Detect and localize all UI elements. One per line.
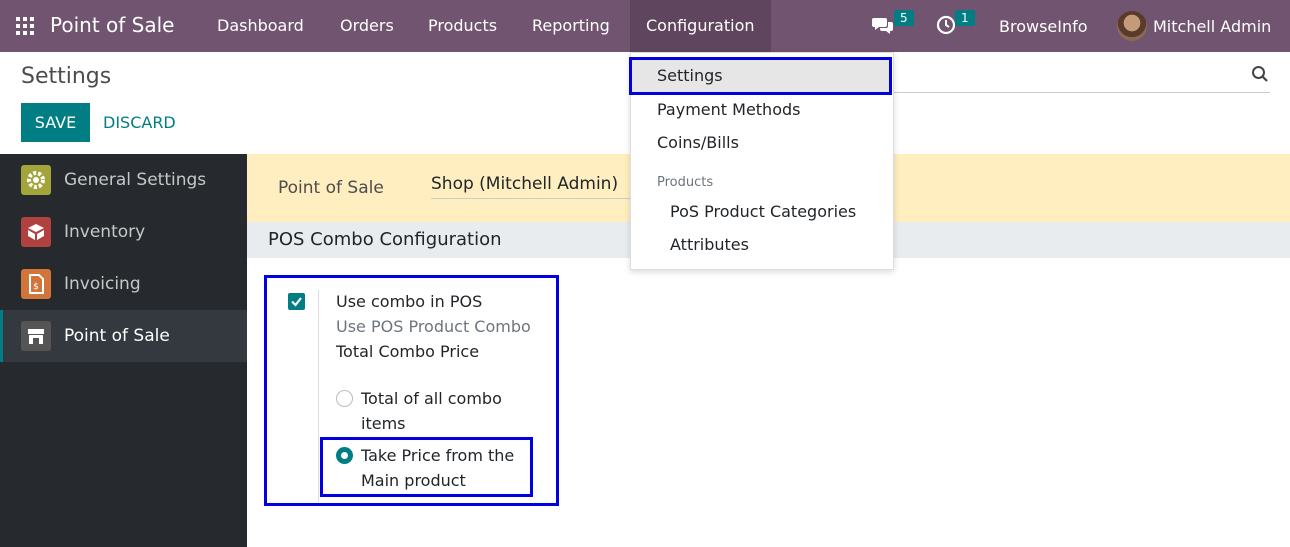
- save-button[interactable]: SAVE: [21, 103, 90, 142]
- company-select[interactable]: Shop (Mitchell Admin): [431, 174, 618, 194]
- radio-total-combo-label[interactable]: Total of all combo items: [361, 386, 536, 436]
- sidebar-item-label: General Settings: [64, 170, 207, 190]
- radio-total-combo[interactable]: [336, 390, 353, 407]
- combo-setting-title: Use combo in POS: [336, 292, 483, 311]
- search-icon[interactable]: [1251, 65, 1269, 83]
- app-brand[interactable]: Point of Sale: [50, 13, 174, 37]
- gear-icon: [21, 165, 51, 195]
- user-menu[interactable]: Mitchell Admin: [1153, 0, 1271, 52]
- sidebar-item-label: Inventory: [64, 222, 146, 242]
- nav-products[interactable]: Products: [412, 0, 513, 52]
- nav-dashboard[interactable]: Dashboard: [201, 0, 320, 52]
- search-input[interactable]: [893, 92, 1270, 93]
- sidebar-item-general-settings[interactable]: General Settings: [0, 154, 247, 206]
- menu-item-payment-methods[interactable]: Payment Methods: [657, 100, 800, 119]
- settings-sidebar: General Settings Inventory $ Invoicing P…: [0, 154, 247, 547]
- sidebar-item-label: Point of Sale: [64, 326, 170, 346]
- menu-item-pos-categories[interactable]: PoS Product Categories: [670, 202, 856, 221]
- use-combo-checkbox[interactable]: [288, 293, 305, 310]
- radio-main-product[interactable]: [336, 447, 353, 464]
- company-select-underline: [431, 198, 631, 199]
- messages-badge: 5: [894, 10, 914, 26]
- sidebar-item-inventory[interactable]: Inventory: [0, 206, 247, 258]
- apps-menu-icon[interactable]: [16, 17, 34, 35]
- store-icon: [21, 321, 51, 351]
- page-title: Settings: [21, 64, 112, 89]
- radio-main-product-label[interactable]: Take Price from the Main product: [361, 443, 536, 493]
- menu-item-attributes[interactable]: Attributes: [670, 235, 749, 254]
- sidebar-item-point-of-sale[interactable]: Point of Sale: [0, 310, 247, 362]
- menu-item-settings[interactable]: Settings: [657, 66, 723, 85]
- section-title: POS Combo Configuration: [268, 229, 502, 250]
- box-icon: [21, 217, 51, 247]
- nav-reporting[interactable]: Reporting: [516, 0, 626, 52]
- company-label: Point of Sale: [278, 178, 384, 198]
- combo-setting-description: Use POS Product Combo: [336, 317, 531, 336]
- clock-icon[interactable]: [936, 15, 956, 35]
- sidebar-item-invoicing[interactable]: $ Invoicing: [0, 258, 247, 310]
- discard-button[interactable]: DISCARD: [103, 103, 176, 142]
- nav-orders[interactable]: Orders: [324, 0, 410, 52]
- activities-badge: 1: [955, 10, 975, 26]
- company-switcher[interactable]: BrowseInfo: [999, 0, 1088, 52]
- combo-price-label: Total Combo Price: [336, 342, 480, 361]
- messages-icon[interactable]: [872, 15, 894, 35]
- menu-section-products: Products: [657, 175, 714, 190]
- sidebar-item-label: Invoicing: [64, 274, 141, 294]
- avatar[interactable]: [1117, 11, 1147, 41]
- menu-item-coins-bills[interactable]: Coins/Bills: [657, 133, 739, 152]
- nav-configuration[interactable]: Configuration: [630, 0, 771, 52]
- setting-divider: [318, 290, 319, 502]
- svg-text:$: $: [33, 282, 39, 292]
- top-navbar: Point of Sale Dashboard Orders Products …: [0, 0, 1290, 52]
- invoice-icon: $: [21, 269, 51, 299]
